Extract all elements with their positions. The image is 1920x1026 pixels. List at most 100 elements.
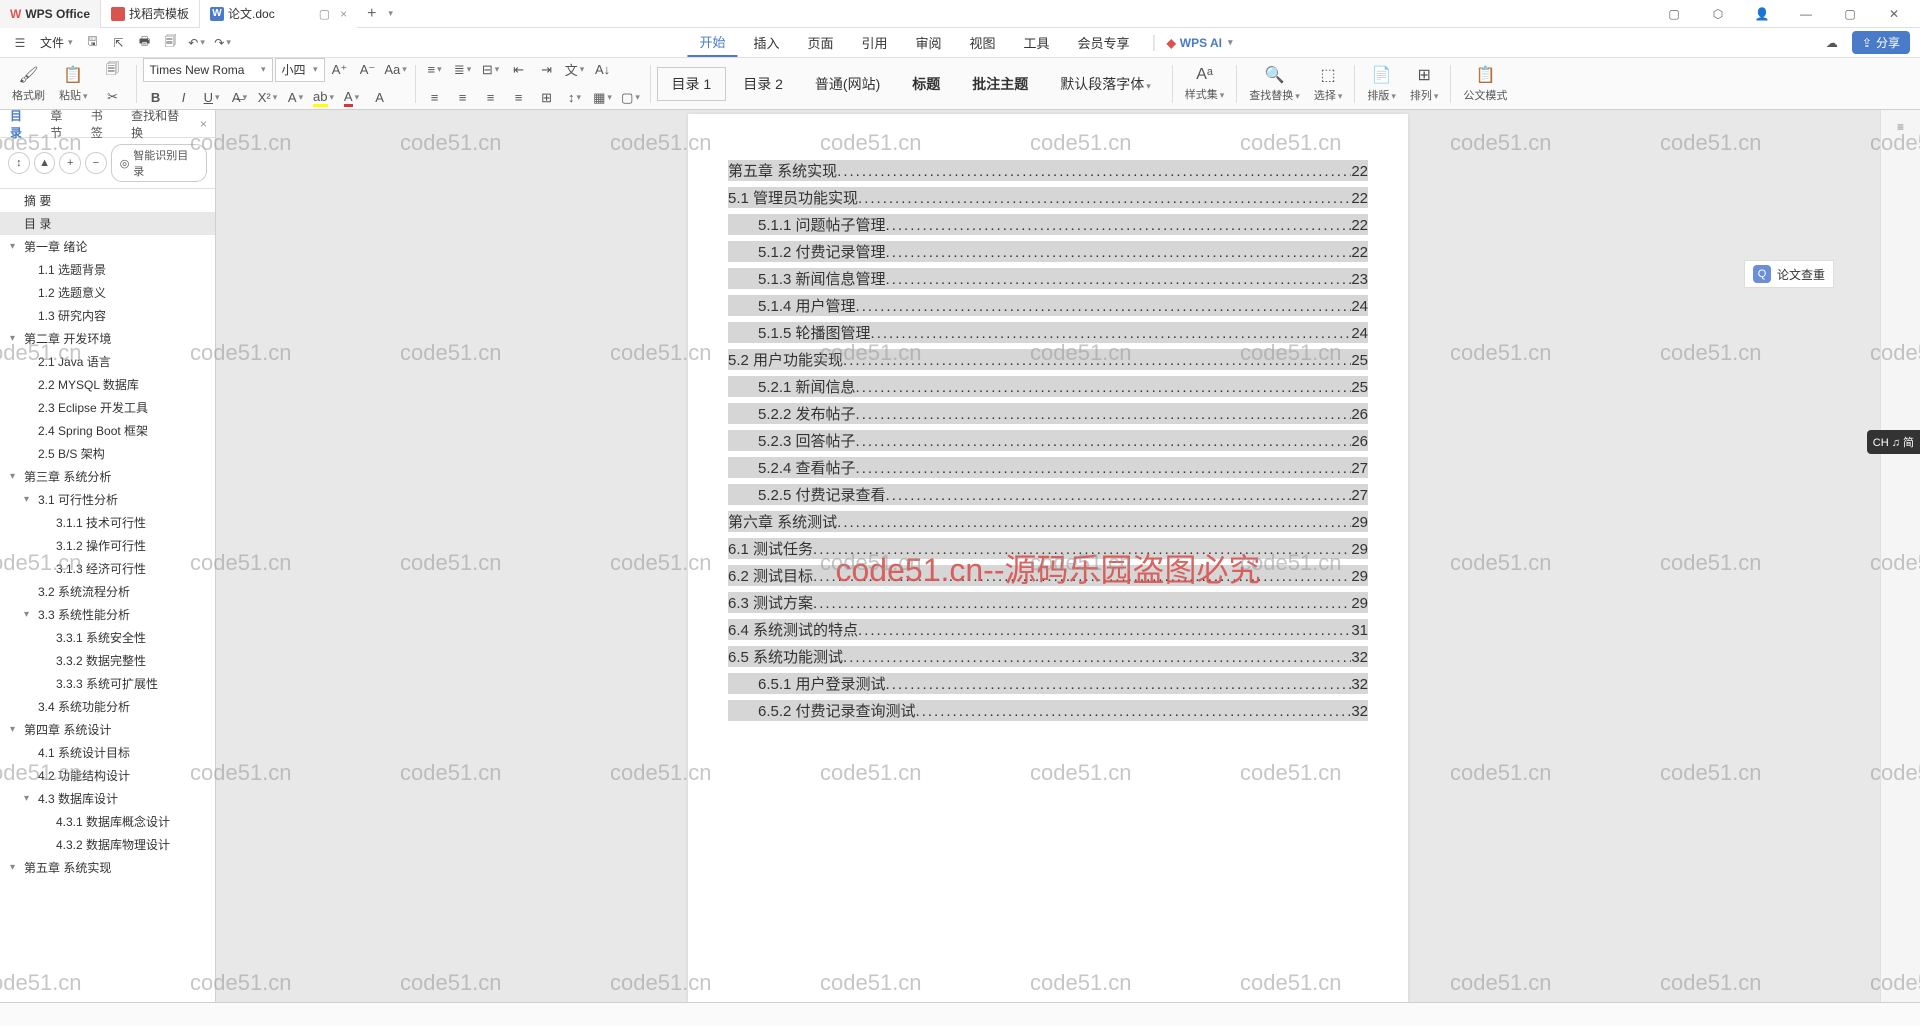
- file-menu[interactable]: 文件▾: [34, 34, 79, 51]
- align-center-button[interactable]: ≡: [450, 86, 476, 110]
- paste-button[interactable]: 📋粘贴▾: [53, 65, 94, 103]
- shading-button[interactable]: ▦▾: [590, 86, 616, 110]
- move-up-button[interactable]: ▲: [34, 152, 56, 174]
- outline-item[interactable]: 3.1.1 技术可行性: [0, 511, 215, 534]
- redo-button[interactable]: ↷▾: [211, 31, 235, 55]
- outline-item[interactable]: 2.2 MYSQL 数据库: [0, 373, 215, 396]
- minimize-button[interactable]: —: [1788, 0, 1824, 28]
- undo-button[interactable]: ↶▾: [185, 31, 209, 55]
- tabs-dropdown-icon[interactable]: ▾: [388, 8, 393, 19]
- share-button[interactable]: ⇪ 分享: [1852, 31, 1910, 54]
- tab-review[interactable]: 审阅: [904, 29, 954, 56]
- cloud-icon[interactable]: ☁: [1820, 31, 1844, 55]
- window-layout-icon[interactable]: ▢: [1656, 0, 1692, 28]
- bullet-list-button[interactable]: ≡▾: [422, 58, 448, 82]
- tab-vip[interactable]: 会员专享: [1066, 29, 1142, 56]
- add-button[interactable]: +: [59, 152, 81, 174]
- document-area[interactable]: 第五章 系统实现 ...............................…: [216, 110, 1880, 1026]
- official-mode-button[interactable]: 📋公文模式: [1457, 65, 1513, 103]
- print-icon[interactable]: 🖶: [133, 31, 157, 55]
- copy-button[interactable]: 🗐: [100, 59, 126, 83]
- underline-button[interactable]: U▾: [199, 86, 225, 110]
- outline-item[interactable]: 1.1 选题背景: [0, 258, 215, 281]
- tab-page[interactable]: 页面: [795, 29, 845, 56]
- text-effect-button[interactable]: A▾: [283, 86, 309, 110]
- strikethrough-button[interactable]: A̶▾: [227, 86, 253, 110]
- outline-item[interactable]: 3.1.3 经济可行性: [0, 557, 215, 580]
- style-default[interactable]: 默认段落字体▾: [1045, 67, 1166, 101]
- multilevel-list-button[interactable]: ⊟▾: [478, 58, 504, 82]
- style-set-button[interactable]: Aᵃ样式集▾: [1179, 66, 1231, 102]
- outline-item[interactable]: 2.4 Spring Boot 框架: [0, 419, 215, 442]
- app-tab[interactable]: WWPS Office: [0, 0, 101, 28]
- save-icon[interactable]: 🖫: [81, 31, 105, 55]
- tab-start[interactable]: 开始: [687, 28, 737, 57]
- collapse-rail-icon[interactable]: ≡: [1897, 120, 1904, 134]
- outline-item[interactable]: 4.3.2 数据库物理设计: [0, 833, 215, 856]
- superscript-button[interactable]: X²▾: [255, 86, 281, 110]
- tab-menu-icon[interactable]: ▢: [319, 7, 330, 21]
- smart-toc-button[interactable]: ◎智能识别目录: [111, 144, 207, 182]
- outline-item[interactable]: ▾第四章 系统设计: [0, 718, 215, 741]
- tab-insert[interactable]: 插入: [741, 29, 791, 56]
- arrange-button[interactable]: ⊞排列▾: [1404, 65, 1445, 103]
- outline-item[interactable]: 3.3.1 系统安全性: [0, 626, 215, 649]
- font-color-button[interactable]: A▾: [339, 86, 365, 110]
- template-tab[interactable]: 找稻壳模板: [101, 0, 200, 28]
- change-case-icon[interactable]: Aa▾: [383, 58, 409, 82]
- outline-item[interactable]: 3.1.2 操作可行性: [0, 534, 215, 557]
- outline-item[interactable]: 4.3.1 数据库概念设计: [0, 810, 215, 833]
- outline-item[interactable]: 2.5 B/S 架构: [0, 442, 215, 465]
- clear-format-button[interactable]: A: [367, 86, 393, 110]
- export-icon[interactable]: ⇱: [107, 31, 131, 55]
- hamburger-icon[interactable]: ☰: [8, 31, 32, 55]
- find-replace-button[interactable]: 🔍查找替换▾: [1243, 65, 1306, 103]
- avatar-icon[interactable]: 👤: [1744, 0, 1780, 28]
- plagiarism-check-label[interactable]: Q论文查重: [1744, 260, 1834, 288]
- border-button[interactable]: ▢▾: [618, 86, 644, 110]
- outline-item[interactable]: 1.2 选题意义: [0, 281, 215, 304]
- decrease-font-icon[interactable]: A⁻: [355, 58, 381, 82]
- number-list-button[interactable]: ≣▾: [450, 58, 476, 82]
- align-left-button[interactable]: ≡: [422, 86, 448, 110]
- font-name-select[interactable]: Times New Roma▾: [143, 58, 273, 82]
- outline-item[interactable]: 2.3 Eclipse 开发工具: [0, 396, 215, 419]
- outline-item[interactable]: 目 录: [0, 212, 215, 235]
- font-size-select[interactable]: 小四▾: [275, 58, 325, 82]
- remove-button[interactable]: −: [85, 152, 107, 174]
- style-toc2[interactable]: 目录 2: [728, 67, 798, 101]
- add-tab-button[interactable]: +: [357, 5, 386, 23]
- distribute-button[interactable]: ⊞: [534, 86, 560, 110]
- decrease-indent-button[interactable]: ⇤: [506, 58, 532, 82]
- increase-indent-button[interactable]: ⇥: [534, 58, 560, 82]
- sort-button[interactable]: A↓: [590, 58, 616, 82]
- wps-ai-button[interactable]: ◆WPS AI▾: [1167, 36, 1233, 50]
- highlight-button[interactable]: ab▾: [311, 86, 337, 110]
- style-ann-title[interactable]: 批注主题: [957, 67, 1043, 101]
- outline-item[interactable]: ▾3.1 可行性分析: [0, 488, 215, 511]
- outline-item[interactable]: 摘 要: [0, 189, 215, 212]
- outline-item[interactable]: 3.4 系统功能分析: [0, 695, 215, 718]
- format-painter-button[interactable]: 🖌格式刷: [6, 65, 51, 103]
- outline-item[interactable]: 4.1 系统设计目标: [0, 741, 215, 764]
- line-spacing-button[interactable]: ↕▾: [562, 86, 588, 110]
- collapse-button[interactable]: ↕: [8, 152, 30, 174]
- align-justify-button[interactable]: ≡: [506, 86, 532, 110]
- outline-item[interactable]: 1.3 研究内容: [0, 304, 215, 327]
- tab-ref[interactable]: 引用: [849, 29, 899, 56]
- outline-item[interactable]: ▾第一章 绪论: [0, 235, 215, 258]
- layout-button[interactable]: 📄排版▾: [1361, 65, 1402, 103]
- tab-view[interactable]: 视图: [958, 29, 1008, 56]
- maximize-button[interactable]: ▢: [1832, 0, 1868, 28]
- tab-tools[interactable]: 工具: [1012, 29, 1062, 56]
- select-button[interactable]: ⬚选择▾: [1308, 65, 1349, 103]
- style-toc1[interactable]: 目录 1: [657, 67, 727, 101]
- close-tab-icon[interactable]: ×: [340, 7, 347, 21]
- outline-item[interactable]: ▾第三章 系统分析: [0, 465, 215, 488]
- document-tab[interactable]: W论文.doc▢×: [200, 0, 357, 28]
- outline-item[interactable]: 4.2 功能结构设计: [0, 764, 215, 787]
- outline-item[interactable]: 3.2 系统流程分析: [0, 580, 215, 603]
- outline-item[interactable]: 2.1 Java 语言: [0, 350, 215, 373]
- sidebar-close-icon[interactable]: ×: [192, 117, 215, 131]
- outline-item[interactable]: ▾第二章 开发环境: [0, 327, 215, 350]
